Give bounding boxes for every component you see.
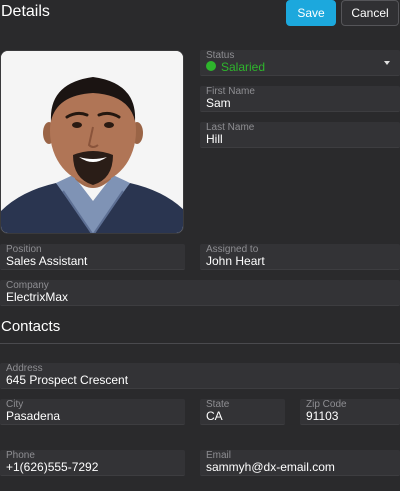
city-value: Pasadena — [6, 409, 61, 423]
address-value: 645 Prospect Crescent — [6, 373, 129, 387]
section-divider — [0, 343, 400, 344]
page-title: Details — [1, 3, 50, 20]
position-field[interactable]: Position Sales Assistant — [0, 244, 185, 270]
employee-details-form: Details Save Cancel Status Salaried Firs… — [0, 0, 400, 491]
employee-photo-image — [1, 51, 183, 233]
phone-field[interactable]: Phone +1(626)555-7292 — [0, 450, 185, 476]
cancel-button[interactable]: Cancel — [341, 0, 399, 26]
last-name-value: Hill — [206, 132, 223, 146]
state-value: CA — [206, 409, 223, 423]
address-field[interactable]: Address 645 Prospect Crescent — [0, 363, 400, 389]
status-value: Salaried — [221, 60, 266, 74]
company-field[interactable]: Company ElectrixMax — [0, 280, 400, 306]
state-field[interactable]: State CA — [200, 399, 285, 425]
contacts-section-title: Contacts — [1, 318, 61, 335]
city-field[interactable]: City Pasadena — [0, 399, 185, 425]
zip-code-field[interactable]: Zip Code 91103 — [300, 399, 400, 425]
chevron-down-icon[interactable] — [384, 61, 390, 65]
save-button[interactable]: Save — [286, 0, 336, 26]
email-field[interactable]: Email sammyh@dx-email.com — [200, 450, 400, 476]
first-name-field[interactable]: First Name Sam — [200, 86, 400, 112]
assigned-to-value: John Heart — [206, 254, 265, 268]
last-name-field[interactable]: Last Name Hill — [200, 122, 400, 148]
employee-photo — [0, 50, 184, 234]
zip-code-value: 91103 — [306, 409, 339, 423]
phone-value: +1(626)555-7292 — [6, 460, 99, 474]
status-select[interactable]: Status Salaried — [200, 50, 400, 76]
status-indicator-icon — [206, 61, 216, 71]
email-value: sammyh@dx-email.com — [206, 460, 335, 474]
assigned-to-field[interactable]: Assigned to John Heart — [200, 244, 400, 270]
position-value: Sales Assistant — [6, 254, 88, 268]
first-name-value: Sam — [206, 96, 231, 110]
company-value: ElectrixMax — [6, 290, 69, 304]
